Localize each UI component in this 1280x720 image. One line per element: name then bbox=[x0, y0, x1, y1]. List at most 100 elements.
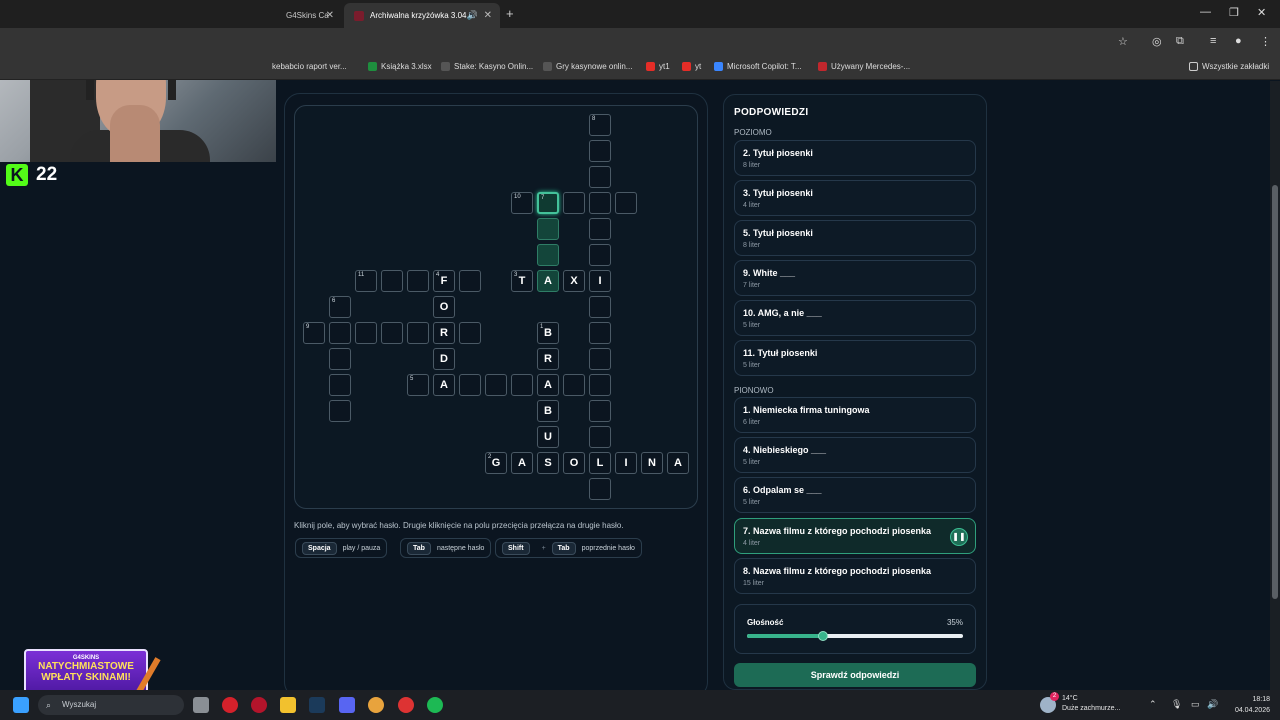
puzzle-icon[interactable]: ⧉ bbox=[1176, 35, 1184, 48]
crossword-cell[interactable] bbox=[511, 374, 533, 396]
tab-g4skins[interactable]: G4Skins Ca ✕ bbox=[276, 3, 342, 28]
spotify-icon[interactable] bbox=[427, 697, 443, 713]
speaker-icon[interactable]: 🔊 bbox=[467, 10, 478, 21]
crossword-cell[interactable] bbox=[589, 140, 611, 162]
crossword-cell[interactable]: R bbox=[433, 322, 455, 344]
crossword-cell[interactable] bbox=[459, 374, 481, 396]
bookmark-item[interactable]: yt1 bbox=[646, 62, 670, 71]
crossword-cell[interactable] bbox=[355, 322, 377, 344]
crossword-cell[interactable]: O bbox=[563, 452, 585, 474]
media-icon[interactable]: ≡ bbox=[1210, 35, 1216, 47]
crossword-cell[interactable]: 3T bbox=[511, 270, 533, 292]
crossword-cell[interactable]: 10 bbox=[511, 192, 533, 214]
bookmark-item[interactable]: Używany Mercedes-... bbox=[818, 62, 910, 71]
all-bookmarks[interactable]: Wszystkie zakładki bbox=[1189, 62, 1269, 71]
crossword-cell[interactable]: O bbox=[433, 296, 455, 318]
opera-icon[interactable] bbox=[222, 697, 238, 713]
file-explorer-icon[interactable] bbox=[280, 697, 296, 713]
new-tab-icon[interactable]: + bbox=[506, 6, 514, 21]
scrollbar-thumb[interactable] bbox=[1272, 185, 1278, 599]
crossword-cell[interactable]: U bbox=[537, 426, 559, 448]
crossword-cell[interactable] bbox=[589, 478, 611, 500]
crossword-cell[interactable] bbox=[537, 218, 559, 240]
close-tab-icon[interactable]: ✕ bbox=[484, 10, 492, 21]
check-answers-button[interactable]: Sprawdź odpowiedzi bbox=[734, 663, 976, 687]
crossword-cell[interactable] bbox=[537, 244, 559, 266]
clue-down-7[interactable]: 7. Nazwa filmu z którego pochodzi piosen… bbox=[734, 518, 976, 554]
crossword-cell[interactable] bbox=[459, 322, 481, 344]
crossword-cell[interactable]: X bbox=[563, 270, 585, 292]
clue-across-9[interactable]: 9. White ___ 7 liter bbox=[734, 260, 976, 296]
crossword-cell[interactable] bbox=[381, 322, 403, 344]
clue-across-10[interactable]: 10. AMG, a nie ___ 5 liter bbox=[734, 300, 976, 336]
clue-down-8[interactable]: 8. Nazwa filmu z którego pochodzi piosen… bbox=[734, 558, 976, 594]
crossword-cell[interactable]: N bbox=[641, 452, 663, 474]
crossword-cell[interactable]: A bbox=[537, 374, 559, 396]
crossword-cell[interactable] bbox=[589, 374, 611, 396]
crossword-cell[interactable] bbox=[329, 322, 351, 344]
clue-across-11[interactable]: 11. Tytuł piosenki 5 liter bbox=[734, 340, 976, 376]
volume-slider[interactable] bbox=[747, 631, 963, 641]
crossword-cell[interactable] bbox=[589, 192, 611, 214]
bookmark-item[interactable]: Książka 3.xlsx bbox=[368, 62, 432, 71]
crossword-cell[interactable]: 4F bbox=[433, 270, 455, 292]
bookmark-item[interactable]: Gry kasynowe onlin... bbox=[543, 62, 632, 71]
crossword-cell[interactable] bbox=[589, 400, 611, 422]
volume-knob[interactable] bbox=[817, 631, 828, 641]
crossword-cell[interactable]: 11 bbox=[355, 270, 377, 292]
minimize-icon[interactable]: — bbox=[1200, 6, 1211, 18]
crossword-cell[interactable] bbox=[407, 270, 429, 292]
crossword-cell[interactable] bbox=[459, 270, 481, 292]
opera-gx-icon[interactable] bbox=[251, 697, 267, 713]
crossword-cell[interactable] bbox=[589, 296, 611, 318]
crossword-cell[interactable] bbox=[589, 244, 611, 266]
crossword-cell[interactable]: 9 bbox=[303, 322, 325, 344]
crossword-cell[interactable]: 5 bbox=[407, 374, 429, 396]
weather-widget[interactable]: 14°C Duże zachmurze... bbox=[1062, 694, 1120, 714]
windows-start-icon[interactable] bbox=[13, 697, 29, 713]
volume-icon[interactable]: 🔊 bbox=[1207, 699, 1218, 710]
discord-icon[interactable] bbox=[339, 697, 355, 713]
tray-chevron-icon[interactable]: ⌃ bbox=[1149, 699, 1157, 710]
more-menu-icon[interactable]: ⋮ bbox=[1260, 35, 1271, 48]
bookmark-item[interactable]: Microsoft Copilot: T... bbox=[714, 62, 802, 71]
crossword-cell[interactable] bbox=[563, 374, 585, 396]
extension-icon[interactable]: ◎ bbox=[1152, 35, 1162, 48]
crossword-cell[interactable]: 6 bbox=[329, 296, 351, 318]
crossword-cell[interactable]: I bbox=[589, 270, 611, 292]
crossword-cell[interactable]: A bbox=[537, 270, 559, 292]
taskbar-search[interactable]: ⌕ Wyszukaj bbox=[38, 695, 184, 715]
close-tab-icon[interactable]: ✕ bbox=[326, 10, 334, 21]
crossword-cell[interactable] bbox=[485, 374, 507, 396]
crossword-cell[interactable] bbox=[589, 348, 611, 370]
profile-avatar[interactable]: ● bbox=[1235, 35, 1242, 47]
crossword-cell[interactable] bbox=[407, 322, 429, 344]
crossword-cell[interactable]: S bbox=[537, 452, 559, 474]
crossword-cell[interactable]: B bbox=[537, 400, 559, 422]
crossword-cell[interactable] bbox=[329, 374, 351, 396]
clue-down-4[interactable]: 4. Niebieskiego ___ 5 liter bbox=[734, 437, 976, 473]
monitor-icon[interactable]: ▭ bbox=[1191, 699, 1200, 710]
crossword-cell[interactable] bbox=[329, 348, 351, 370]
crossword-cell[interactable] bbox=[563, 192, 585, 214]
crossword-cell[interactable]: 1B bbox=[537, 322, 559, 344]
crossword-cell[interactable] bbox=[589, 218, 611, 240]
clue-across-5[interactable]: 5. Tytuł piosenki 8 liter bbox=[734, 220, 976, 256]
crossword-cell[interactable]: A bbox=[433, 374, 455, 396]
crossword-cell[interactable] bbox=[589, 166, 611, 188]
bookmark-item[interactable]: Stake: Kasyno Onlin... bbox=[441, 62, 533, 71]
steam-icon[interactable] bbox=[309, 697, 325, 713]
page-scrollbar[interactable] bbox=[1270, 81, 1280, 690]
play-pause-icon[interactable]: ❚❚ bbox=[950, 528, 968, 546]
crossword-cell[interactable] bbox=[615, 192, 637, 214]
close-window-icon[interactable]: ✕ bbox=[1257, 6, 1266, 19]
clue-across-2[interactable]: 2. Tytuł piosenki 8 liter bbox=[734, 140, 976, 176]
crossword-cell[interactable]: L bbox=[589, 452, 611, 474]
crossword-cell[interactable]: 7 bbox=[537, 192, 559, 214]
crossword-cell[interactable]: 8 bbox=[589, 114, 611, 136]
app-icon[interactable] bbox=[398, 697, 414, 713]
maximize-icon[interactable]: ❐ bbox=[1229, 6, 1239, 19]
task-view-icon[interactable] bbox=[193, 697, 209, 713]
clue-down-6[interactable]: 6. Odpalam se ___ 5 liter bbox=[734, 477, 976, 513]
crossword-cell[interactable]: D bbox=[433, 348, 455, 370]
